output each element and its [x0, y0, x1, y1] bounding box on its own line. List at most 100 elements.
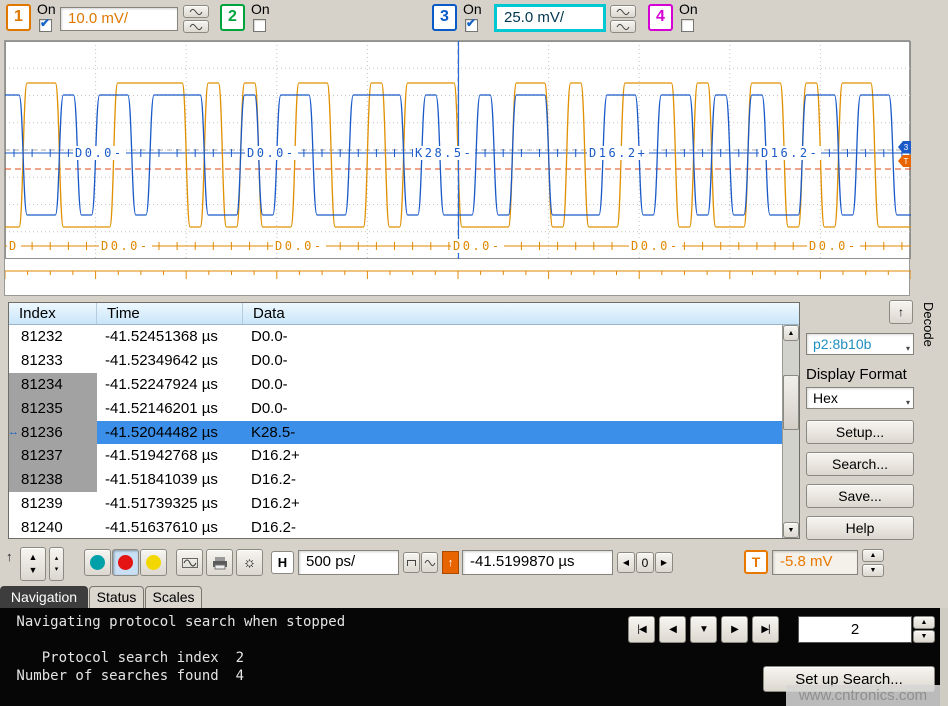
decode-label: D0.0- — [99, 239, 152, 253]
run-button[interactable] — [84, 549, 111, 576]
channel-4-button[interactable]: 4 — [648, 4, 673, 31]
zoom-wave-button[interactable] — [403, 552, 420, 573]
display-format-dropdown[interactable]: Hex ▾ — [806, 387, 914, 409]
trigger-level-down-icon[interactable]: ▼ — [862, 564, 884, 577]
table-row[interactable]: 81233-41.52349642 µsD0.0- — [9, 349, 782, 373]
cell-index[interactable]: 81237 — [9, 444, 97, 468]
cell-time[interactable]: -41.51637610 µs — [97, 516, 243, 538]
search-next-button[interactable]: ▶ — [721, 616, 748, 643]
table-row[interactable]: 81232-41.52451368 µsD0.0- — [9, 325, 782, 349]
cell-index[interactable]: 81238 — [9, 468, 97, 492]
cell-data[interactable]: D0.0- — [243, 373, 782, 397]
search-index-up-icon[interactable]: ▲ — [913, 616, 935, 629]
cell-data[interactable]: D0.0- — [243, 325, 782, 349]
table-row[interactable]: 81236-41.52044482 µsK28.5-↔ — [9, 421, 782, 445]
scrollbar-down-icon[interactable]: ▼ — [783, 522, 799, 538]
channel-3-on-checkbox[interactable]: ✔ — [465, 19, 478, 32]
cell-time[interactable]: -41.51739325 µs — [97, 492, 243, 516]
search-index-field[interactable]: 2 — [798, 616, 912, 643]
cell-time[interactable]: -41.52146201 µs — [97, 397, 243, 421]
table-row[interactable]: 81240-41.51637610 µsD16.2- — [9, 516, 782, 538]
cell-data[interactable]: D0.0- — [243, 349, 782, 373]
table-row[interactable]: 81238-41.51841039 µsD16.2- — [9, 468, 782, 492]
channel-4-on-checkbox[interactable]: ✔ — [681, 19, 694, 32]
cell-time[interactable]: -41.52349642 µs — [97, 349, 243, 373]
cell-index[interactable]: 81235 — [9, 397, 97, 421]
cell-index[interactable]: 81233 — [9, 349, 97, 373]
display-settings-button[interactable]: ☼ — [236, 549, 263, 576]
decode-label: D — [7, 239, 21, 253]
cell-time[interactable]: -41.52044482 µs — [97, 421, 243, 445]
pan-left-icon[interactable]: ◀ — [617, 552, 635, 573]
trigger-level-field[interactable]: -5.8 mV — [772, 550, 858, 575]
trigger-marker-icon[interactable]: ↑ — [442, 551, 459, 574]
horizontal-position-field[interactable]: -41.5199870 µs — [462, 550, 613, 575]
channel-3-scale-field[interactable]: 25.0 mV/ — [494, 4, 606, 32]
sine-wave-button[interactable] — [421, 552, 438, 573]
up-icon: ▲ — [29, 551, 38, 564]
print-button[interactable] — [206, 549, 233, 576]
trigger-button[interactable]: T — [744, 550, 768, 574]
autoscale-button[interactable] — [176, 549, 203, 576]
table-row[interactable]: 81235-41.52146201 µsD0.0- — [9, 397, 782, 421]
search-prev-button[interactable]: ◀ — [659, 616, 686, 643]
cell-time[interactable]: -41.52247924 µs — [97, 373, 243, 397]
search-stop-button[interactable]: ▼ — [690, 616, 717, 643]
help-button[interactable]: Help — [806, 516, 914, 540]
single-button[interactable] — [140, 549, 167, 576]
timebase-scale-field[interactable]: 500 ps/ — [298, 550, 399, 575]
stop-button[interactable] — [112, 549, 139, 576]
cell-index[interactable]: 81234 — [9, 373, 97, 397]
setup-button[interactable]: Setup... — [806, 420, 914, 444]
cell-data[interactable]: D0.0- — [243, 397, 782, 421]
tab-scales[interactable]: Scales — [145, 586, 202, 608]
cell-data[interactable]: D16.2+ — [243, 492, 782, 516]
search-first-button[interactable]: |◀ — [628, 616, 655, 643]
decode-source-dropdown[interactable]: p2:8b10b ▾ — [806, 333, 914, 355]
table-row[interactable]: 81237-41.51942768 µsD16.2+ — [9, 444, 782, 468]
search-index-down-icon[interactable]: ▼ — [913, 630, 935, 643]
svg-text:3: 3 — [904, 143, 909, 152]
cell-data[interactable]: D16.2- — [243, 468, 782, 492]
cell-data[interactable]: D16.2+ — [243, 444, 782, 468]
table-scrollbar[interactable]: ▲ ▼ — [782, 325, 799, 538]
cell-index[interactable]: 81232 — [9, 325, 97, 349]
table-row[interactable]: 81234-41.52247924 µsD0.0- — [9, 373, 782, 397]
fine-pan-button[interactable]: ▴▾ — [49, 547, 64, 581]
decode-label: D0.0- — [451, 239, 504, 253]
horizontal-button[interactable]: H — [271, 551, 294, 574]
cell-data[interactable]: D16.2- — [243, 516, 782, 538]
search-button[interactable]: Search... — [806, 452, 914, 476]
channel-2-button[interactable]: 2 — [220, 4, 245, 31]
tab-status[interactable]: Status — [89, 586, 144, 608]
cell-data[interactable]: K28.5- — [243, 421, 782, 445]
cell-time[interactable]: -41.51942768 µs — [97, 444, 243, 468]
cell-index[interactable]: 81240 — [9, 516, 97, 538]
save-button[interactable]: Save... — [806, 484, 914, 508]
channel-3-scale-up-button[interactable] — [610, 5, 636, 18]
channel-2-on-checkbox[interactable]: ✔ — [253, 19, 266, 32]
zero-position-button[interactable]: 0 — [636, 552, 654, 573]
channel-1-scale-field[interactable]: 10.0 mV/ — [60, 7, 178, 31]
search-last-button[interactable]: ▶| — [752, 616, 779, 643]
scrollbar-up-icon[interactable]: ▲ — [783, 325, 799, 341]
check-icon: ✔ — [40, 16, 50, 30]
channel-1-scale-down-button[interactable] — [183, 20, 209, 33]
pan-right-icon[interactable]: ▶ — [655, 552, 673, 573]
table-row[interactable]: 81239-41.51739325 µsD16.2+ — [9, 492, 782, 516]
cell-time[interactable]: -41.52451368 µs — [97, 325, 243, 349]
cell-time[interactable]: -41.51841039 µs — [97, 468, 243, 492]
waveform-display[interactable]: 3T D0.0-D0.0-K28.5-D16.2+D16.2-DD0.0-D0.… — [4, 40, 910, 296]
channel-3-button[interactable]: 3 — [432, 4, 457, 31]
cell-index[interactable]: 81236 — [9, 421, 97, 445]
scroll-to-top-button[interactable]: ↑ — [889, 300, 913, 324]
tab-navigation[interactable]: Navigation — [0, 586, 88, 608]
cell-index[interactable]: 81239 — [9, 492, 97, 516]
channel-1-button[interactable]: 1 — [6, 4, 31, 31]
vertical-pan-button[interactable]: ▲▼ — [20, 547, 46, 581]
scrollbar-thumb[interactable] — [783, 375, 799, 430]
trigger-level-up-icon[interactable]: ▲ — [862, 549, 884, 562]
channel-3-scale-down-button[interactable] — [610, 20, 636, 33]
channel-1-scale-up-button[interactable] — [183, 5, 209, 18]
channel-1-on-checkbox[interactable]: ✔ — [39, 19, 52, 32]
